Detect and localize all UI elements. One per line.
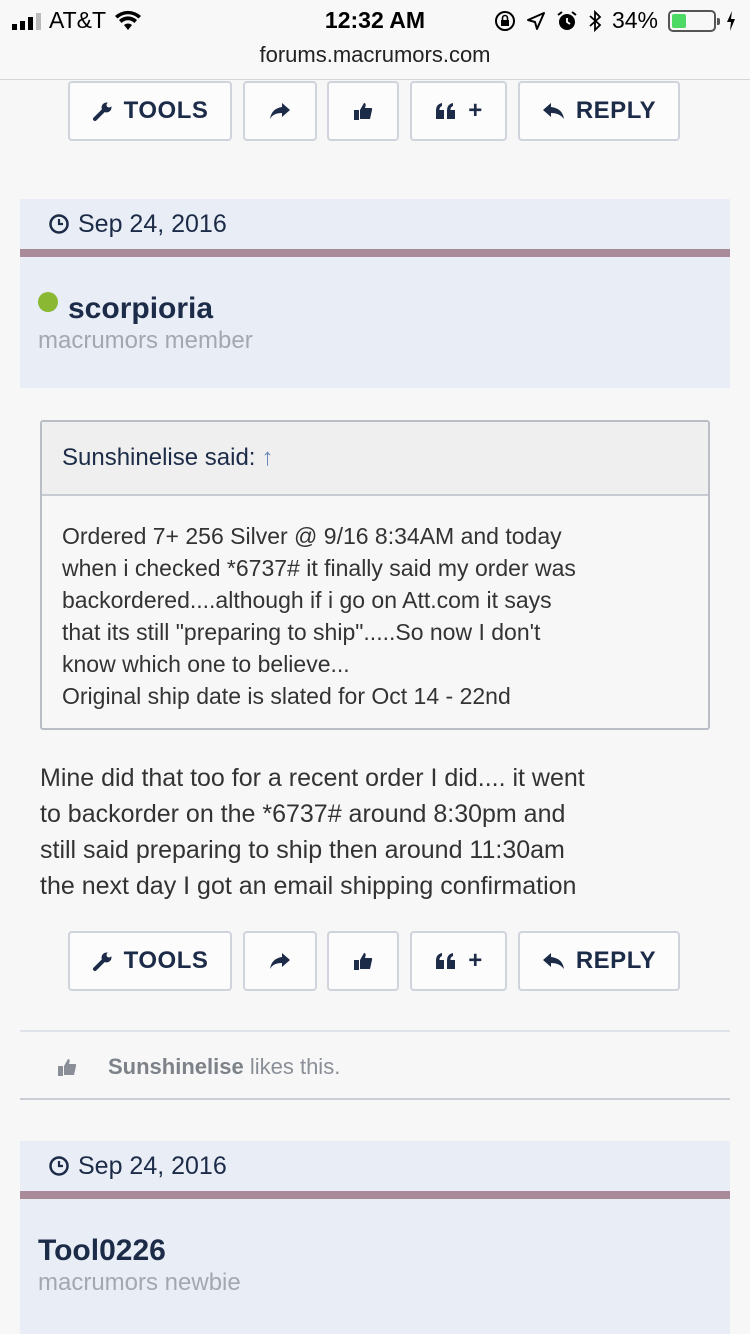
post-date[interactable]: Sep 24, 2016	[78, 1152, 227, 1181]
reply-icon	[542, 103, 564, 119]
reply-label: REPLY	[575, 947, 657, 974]
quote-icon	[436, 953, 456, 969]
username[interactable]: scorpioria	[68, 292, 213, 326]
multi-quote-button[interactable]: +	[410, 81, 507, 141]
post-line: to backorder on the *6737# around 8:30pm…	[40, 800, 566, 828]
liker-username[interactable]: Sunshinelise	[108, 1054, 244, 1079]
like-button[interactable]	[327, 931, 399, 991]
thumbs-up-icon	[354, 103, 373, 120]
status-bar: AT&T 12:32 AM 34%	[0, 0, 750, 40]
rotation-lock-icon	[494, 10, 515, 31]
thumbs-up-icon	[58, 1059, 77, 1076]
quote-line: backordered....although if i go on Att.c…	[62, 587, 552, 613]
quote-icon	[436, 103, 456, 119]
quote-plus-label: +	[468, 947, 483, 974]
likes-suffix: likes this.	[243, 1054, 341, 1079]
reply-icon	[542, 953, 564, 969]
wrench-icon	[92, 952, 112, 971]
post-body: Mine did that too for a recent order I d…	[40, 760, 720, 904]
quote-line: that its still "preparing to ship".....S…	[62, 619, 541, 645]
quote-attribution: Sunshinelise said: ↑	[42, 422, 708, 496]
reply-button[interactable]: REPLY	[518, 931, 680, 991]
location-icon	[526, 11, 545, 30]
post-line: still said preparing to ship then around…	[40, 836, 565, 864]
tools-label: TOOLS	[123, 947, 209, 974]
url-bar[interactable]: forums.macrumors.com	[0, 40, 750, 80]
post-line: the next day I got an email shipping con…	[40, 872, 577, 900]
post-date-bar: Sep 24, 2016	[20, 199, 730, 249]
user-info: Tool0226 macrumors newbie	[20, 1199, 730, 1334]
post-divider	[20, 249, 730, 257]
quote-plus-label: +	[468, 97, 483, 124]
share-button[interactable]	[243, 931, 317, 991]
quote-block: Sunshinelise said: ↑ Ordered 7+ 256 Silve…	[40, 420, 710, 730]
post-divider	[20, 1191, 730, 1199]
clock-icon	[49, 1156, 69, 1176]
user-title: macrumors member	[38, 327, 253, 354]
share-icon	[270, 953, 290, 969]
quote-body: Ordered 7+ 256 Silver @ 9/16 8:34AM and …	[42, 496, 708, 712]
battery-level	[672, 13, 686, 28]
post-date[interactable]: Sep 24, 2016	[78, 210, 227, 239]
like-button[interactable]	[327, 81, 399, 141]
likes-text: Sunshinelise likes this.	[108, 1054, 340, 1080]
online-indicator	[38, 292, 58, 312]
bluetooth-icon	[589, 9, 602, 32]
quote-line: know which one to believe...	[62, 651, 350, 677]
charging-icon	[727, 10, 735, 31]
battery-percent: 34%	[611, 7, 658, 33]
user-title: macrumors newbie	[38, 1269, 241, 1296]
quote-author[interactable]: Sunshinelise said:	[62, 444, 255, 471]
alarm-icon	[557, 10, 577, 30]
tools-button[interactable]: TOOLS	[68, 931, 232, 991]
user-info: scorpioria macrumors member	[20, 257, 730, 388]
share-button[interactable]	[243, 81, 317, 141]
status-right: 34%	[494, 7, 736, 34]
likes-summary: Sunshinelise likes this.	[20, 1030, 730, 1100]
quote-line: when i checked *6737# it finally said my…	[62, 555, 576, 581]
reply-button[interactable]: REPLY	[518, 81, 680, 141]
tools-label: TOOLS	[123, 97, 209, 124]
reply-label: REPLY	[575, 97, 657, 124]
battery-icon	[668, 9, 720, 32]
quote-jump-arrow[interactable]: ↑	[261, 444, 273, 471]
multi-quote-button[interactable]: +	[410, 931, 507, 991]
thumbs-up-icon	[354, 953, 373, 970]
tools-button[interactable]: TOOLS	[68, 81, 232, 141]
username[interactable]: Tool0226	[38, 1234, 166, 1268]
post-date-bar: Sep 24, 2016	[20, 1141, 730, 1191]
quote-line: Ordered 7+ 256 Silver @ 9/16 8:34AM and …	[62, 523, 562, 549]
post-line: Mine did that too for a recent order I d…	[40, 764, 585, 792]
quote-line: Original ship date is slated for Oct 14 …	[62, 683, 511, 709]
share-icon	[270, 103, 290, 119]
wrench-icon	[92, 102, 112, 121]
clock-icon	[49, 214, 69, 234]
